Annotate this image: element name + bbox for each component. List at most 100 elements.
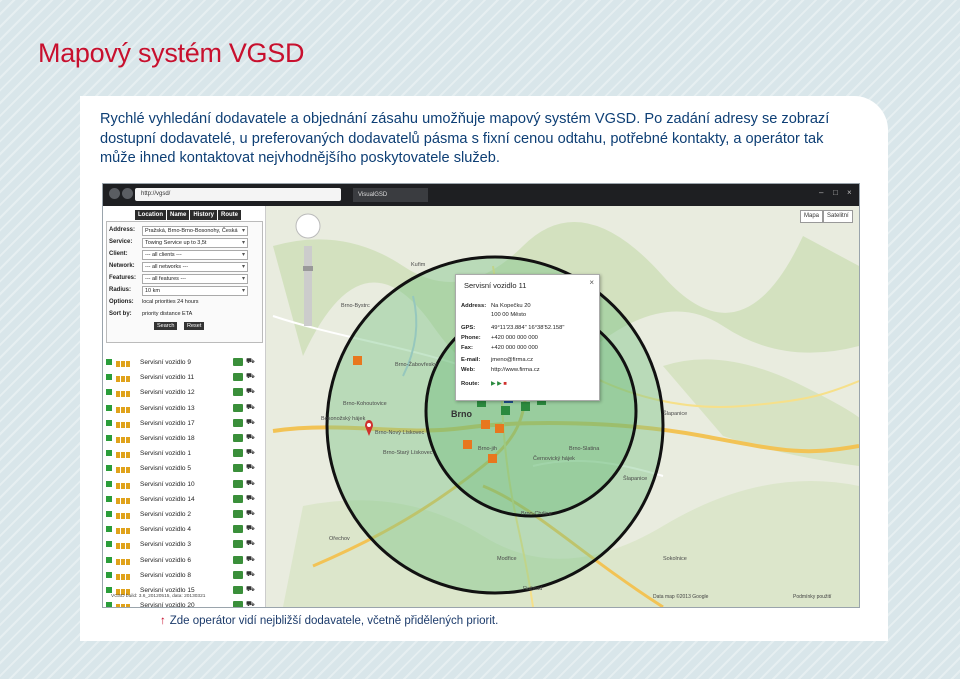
route-via-icon[interactable]: ▶ <box>497 381 501 387</box>
truck-icon[interactable]: ⛟ <box>246 480 255 488</box>
options-checkboxes[interactable]: local priorities 24 hours <box>142 297 199 307</box>
vehicle-list-item[interactable]: Servisní vozidlo 10 ⛟ <box>106 478 264 491</box>
close-icon[interactable]: × <box>847 188 852 198</box>
network-select[interactable]: --- all networks --- <box>142 262 248 272</box>
tab-route[interactable]: Route <box>218 210 242 220</box>
forward-icon[interactable] <box>122 188 133 199</box>
vehicle-list-item[interactable]: Servisní vozidlo 20 ⛟ <box>106 599 264 607</box>
map-type-satellite-button[interactable]: Satelitní <box>823 210 853 223</box>
locate-icon[interactable] <box>233 570 243 579</box>
truck-icon[interactable]: ⛟ <box>246 404 255 412</box>
reset-button[interactable]: Reset <box>184 322 205 330</box>
vehicle-list-item[interactable]: Servisní vozidlo 1 ⛟ <box>106 447 264 460</box>
vehicle-name[interactable]: Servisní vozidlo 11 <box>140 371 194 384</box>
locate-icon[interactable] <box>233 555 243 564</box>
truck-icon[interactable]: ⛟ <box>246 419 255 427</box>
vehicle-list-item[interactable]: Servisní vozidlo 3 ⛟ <box>106 538 264 551</box>
vehicle-name[interactable]: Servisní vozidlo 6 <box>140 554 191 567</box>
locate-icon[interactable] <box>233 479 243 488</box>
address-field[interactable]: Pražská, Brno-Brno-Bosonohy, Česká <box>142 226 248 236</box>
vehicle-name[interactable]: Servisní vozidlo 17 <box>140 417 195 430</box>
vehicle-list-item[interactable]: Servisní vozidlo 12 ⛟ <box>106 386 264 399</box>
truck-icon[interactable]: ⛟ <box>246 601 255 607</box>
vehicle-name[interactable]: Servisní vozidlo 8 <box>140 569 191 582</box>
vehicle-name[interactable]: Servisní vozidlo 2 <box>140 508 191 521</box>
vehicle-name[interactable]: Servisní vozidlo 1 <box>140 447 191 460</box>
sortby-radios[interactable]: priority distance ETA <box>142 309 192 319</box>
vehicle-list-item[interactable]: Servisní vozidlo 2 ⛟ <box>106 508 264 521</box>
locate-icon[interactable] <box>233 510 243 518</box>
truck-icon[interactable]: ⛟ <box>246 525 255 533</box>
locate-icon[interactable] <box>233 388 243 397</box>
vehicle-marker[interactable] <box>353 356 362 365</box>
locate-icon[interactable] <box>233 586 243 594</box>
vehicle-list-item[interactable]: Servisní vozidlo 18 ⛟ <box>106 432 264 445</box>
truck-icon[interactable]: ⛟ <box>246 586 255 594</box>
locate-icon[interactable] <box>233 403 243 412</box>
truck-icon[interactable]: ⛟ <box>246 358 255 366</box>
vehicle-name[interactable]: Servisní vozidlo 13 <box>140 402 195 415</box>
tab-name[interactable]: Name <box>167 210 190 220</box>
map-terms-link[interactable]: Podmínky použití <box>793 594 831 600</box>
vehicle-marker[interactable] <box>521 402 530 411</box>
locate-icon[interactable] <box>233 525 243 534</box>
vehicle-list-item[interactable]: Servisní vozidlo 5 ⛟ <box>106 462 264 475</box>
tab-history[interactable]: History <box>190 210 218 220</box>
features-select[interactable]: --- all features --- <box>142 274 248 284</box>
map-view[interactable]: Mapa Satelitní Brno Brno-Bystrc Brno-Žab… <box>103 206 859 607</box>
tab-location[interactable]: Location <box>135 210 166 220</box>
vehicle-list-item[interactable]: Servisní vozidlo 6 ⛟ <box>106 554 264 567</box>
locate-icon[interactable] <box>233 464 243 473</box>
route-start-icon[interactable]: ▶ <box>491 381 495 387</box>
vehicle-list-item[interactable]: Servisní vozidlo 9 ⛟ <box>106 356 264 369</box>
url-bar[interactable]: http://vgsd/ <box>135 188 341 201</box>
locate-icon[interactable] <box>233 540 243 549</box>
minimize-icon[interactable]: – <box>819 188 823 198</box>
truck-icon[interactable]: ⛟ <box>246 449 255 457</box>
vehicle-list-item[interactable]: Servisní vozidlo 8 ⛟ <box>106 569 264 582</box>
service-select[interactable]: Towing Service up to 3,5t <box>142 238 248 248</box>
vehicle-name[interactable]: Servisní vozidlo 14 <box>140 493 195 506</box>
truck-icon[interactable]: ⛟ <box>246 556 255 564</box>
vehicle-marker[interactable] <box>488 454 497 463</box>
vehicle-marker[interactable] <box>481 420 490 429</box>
truck-icon[interactable]: ⛟ <box>246 571 255 579</box>
vehicle-list-item[interactable]: Servisní vozidlo 14 ⛟ <box>106 493 264 506</box>
truck-icon[interactable]: ⛟ <box>246 540 255 548</box>
locate-icon[interactable] <box>233 418 243 427</box>
vehicle-name[interactable]: Servisní vozidlo 4 <box>140 523 191 536</box>
vehicle-list-item[interactable]: Servisní vozidlo 13 ⛟ <box>106 402 264 415</box>
back-icon[interactable] <box>109 188 120 199</box>
maximize-icon[interactable]: □ <box>833 188 838 198</box>
vehicle-name[interactable]: Servisní vozidlo 12 <box>140 386 195 399</box>
truck-icon[interactable]: ⛟ <box>246 464 255 472</box>
locate-icon[interactable] <box>233 494 243 503</box>
vehicle-name[interactable]: Servisní vozidlo 20 <box>140 599 195 607</box>
vehicle-name[interactable]: Servisní vozidlo 10 <box>140 478 195 491</box>
route-stop-icon[interactable]: ■ <box>503 381 507 387</box>
vehicle-name[interactable]: Servisní vozidlo 3 <box>140 538 191 551</box>
locate-icon[interactable] <box>233 449 243 458</box>
vehicle-marker[interactable] <box>463 440 472 449</box>
browser-tab[interactable]: VisualGSD <box>353 188 428 202</box>
vehicle-marker[interactable] <box>495 424 504 433</box>
map-type-map-button[interactable]: Mapa <box>800 210 824 223</box>
truck-icon[interactable]: ⛟ <box>246 373 255 381</box>
truck-icon[interactable]: ⛟ <box>246 434 255 442</box>
truck-icon[interactable]: ⛟ <box>246 388 255 396</box>
radius-select[interactable]: 10 km <box>142 286 248 296</box>
vehicle-list-item[interactable]: Servisní vozidlo 11 ⛟ <box>106 371 264 384</box>
vehicle-name[interactable]: Servisní vozidlo 5 <box>140 462 191 475</box>
search-button[interactable]: Search <box>154 322 178 330</box>
vehicle-marker[interactable] <box>501 406 510 415</box>
vehicle-list-item[interactable]: Servisní vozidlo 4 ⛟ <box>106 523 264 536</box>
vehicle-name[interactable]: Servisní vozidlo 18 <box>140 432 195 445</box>
vehicle-name[interactable]: Servisní vozidlo 9 <box>140 356 191 369</box>
locate-icon[interactable] <box>233 434 243 442</box>
truck-icon[interactable]: ⛟ <box>246 510 255 518</box>
client-select[interactable]: --- all clients --- <box>142 250 248 260</box>
close-icon[interactable]: × <box>589 278 594 287</box>
locate-icon[interactable] <box>233 373 243 382</box>
vehicle-list-item[interactable]: Servisní vozidlo 17 ⛟ <box>106 417 264 430</box>
locate-icon[interactable] <box>233 358 243 366</box>
